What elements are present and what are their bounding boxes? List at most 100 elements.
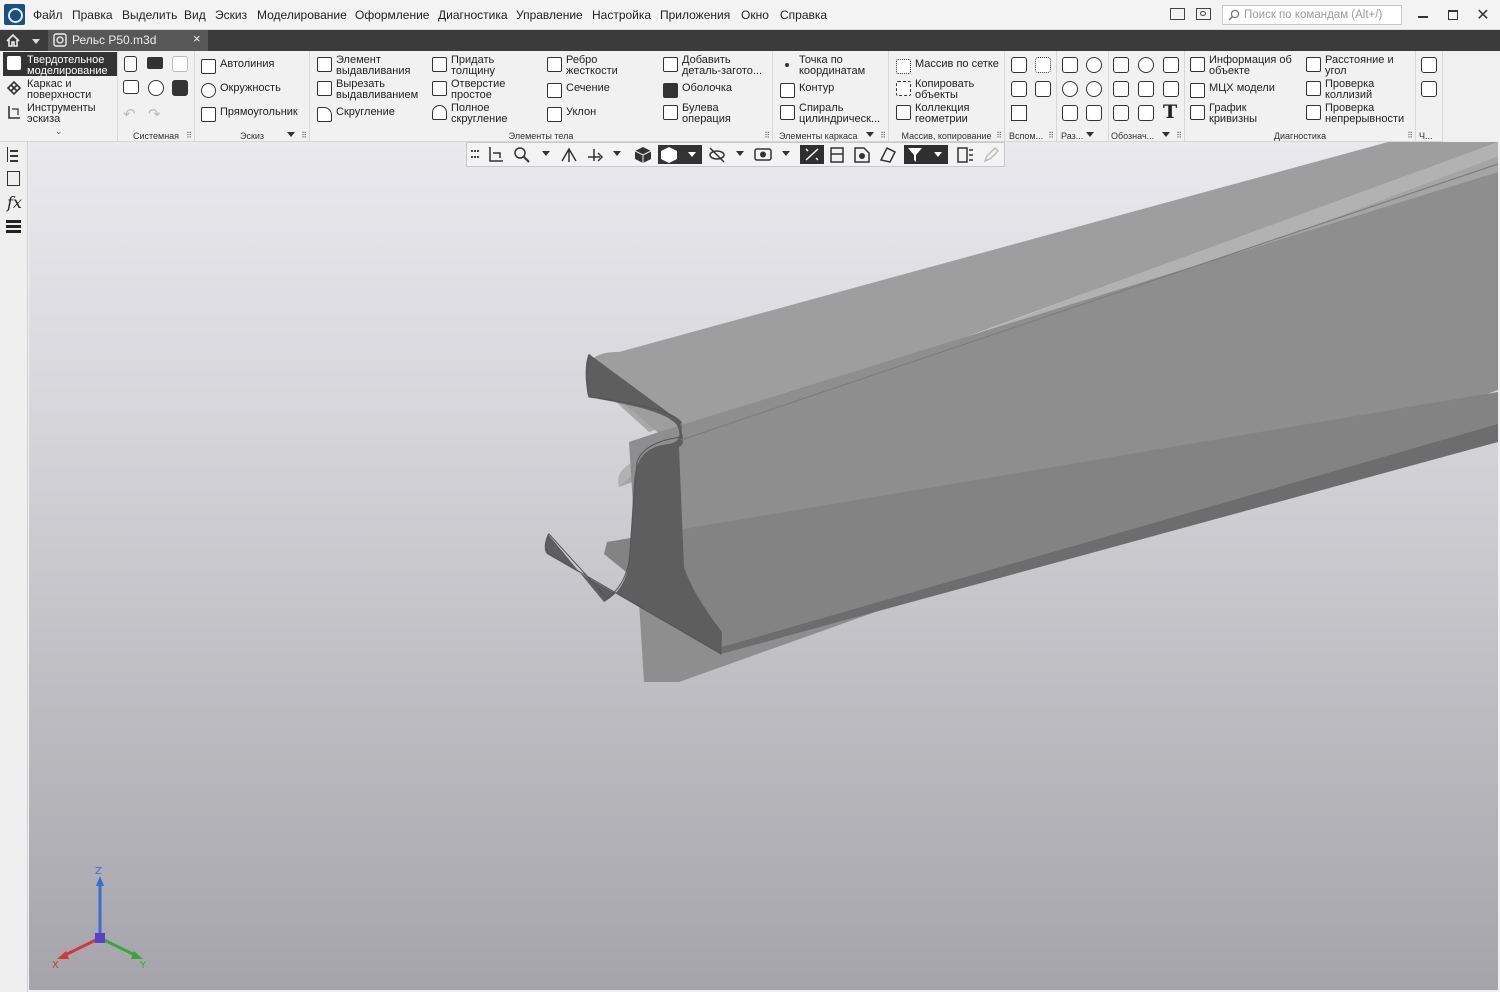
mode-solid-button[interactable]: Твердотельное моделирование [27, 55, 108, 76]
sec-cut-icon[interactable] [1086, 57, 1102, 73]
grid-array-button[interactable]: Массив по сетке [896, 59, 999, 74]
dim-diameter-icon[interactable] [1138, 57, 1154, 73]
group-sketch-more-icon[interactable]: ⠿ [301, 131, 307, 140]
orientation-icon[interactable] [485, 145, 505, 164]
display-mode-dropdown-icon[interactable] [688, 152, 696, 157]
layers-state-icon[interactable] [878, 145, 898, 164]
menu-management[interactable]: Управление [516, 8, 583, 22]
continuity-check-button[interactable]: Проверка непрерывности [1306, 103, 1404, 124]
layers-icon[interactable] [6, 220, 21, 233]
view-cube-icon[interactable] [633, 145, 653, 164]
close-window-button[interactable]: ✕ [1474, 6, 1492, 24]
toolbar-grip-icon[interactable] [469, 145, 481, 164]
layout-icon[interactable] [1170, 8, 1185, 20]
minimize-button[interactable] [1414, 6, 1432, 24]
menu-sketch[interactable]: Эскиз [215, 8, 247, 22]
curvature-graph-button[interactable]: График кривизны [1190, 103, 1257, 124]
simple-hole-button[interactable]: Отверстие простое [432, 79, 505, 100]
menu-settings[interactable]: Настройка [592, 8, 651, 22]
menu-edit[interactable]: Правка [72, 8, 113, 22]
cut-extrude-button[interactable]: Вырезать выдавливанием [317, 79, 418, 100]
sec-rotate-icon[interactable] [1086, 105, 1102, 121]
frame-dropdown-icon[interactable] [866, 132, 874, 137]
menu-view[interactable]: Вид [184, 8, 206, 22]
panel-icon-1[interactable] [1421, 57, 1437, 73]
save-all-icon[interactable] [172, 80, 188, 96]
zoom-icon[interactable] [512, 145, 532, 164]
shell-button[interactable]: Оболочка [663, 83, 732, 98]
dim-angle-icon[interactable] [1163, 57, 1179, 73]
group-diag-more-icon[interactable]: ⠿ [1407, 131, 1413, 140]
menu-drafting[interactable]: Оформление [355, 8, 429, 22]
tab-rail-model[interactable]: Рельс Р50.m3d × [48, 30, 208, 51]
rotate-icon[interactable] [585, 145, 605, 164]
section-button[interactable]: Сечение [547, 83, 610, 98]
redo-icon[interactable]: ↷ [148, 105, 161, 123]
sec-dropdown-icon[interactable] [1086, 132, 1094, 137]
full-round-button[interactable]: Полное скругление [432, 103, 507, 124]
dim-base-icon[interactable] [1163, 81, 1179, 97]
mode-sketch-tools-button[interactable]: Инструменты эскиза [27, 103, 96, 124]
pan-icon[interactable] [559, 145, 579, 164]
spiral-button[interactable]: Спираль цилиндрическ... [780, 103, 880, 124]
mode-wireframe-button[interactable]: Каркас и поверхности [27, 79, 91, 100]
object-info-button[interactable]: Информация об объекте [1190, 55, 1292, 76]
filter-dropdown-icon[interactable] [934, 152, 942, 157]
contour-button[interactable]: Контур [780, 83, 834, 98]
group-body-more-icon[interactable]: ⠿ [764, 131, 770, 140]
sec-grid-icon[interactable] [1062, 105, 1078, 121]
menu-help[interactable]: Справка [780, 8, 827, 22]
display-mode-button[interactable] [658, 145, 702, 164]
hide-dropdown-icon[interactable] [736, 151, 744, 156]
maximize-button[interactable] [1444, 6, 1462, 24]
circle-button[interactable]: Окружность [201, 83, 281, 98]
menu-file[interactable]: Файл [33, 8, 63, 22]
collision-check-button[interactable]: Проверка коллизий [1306, 79, 1374, 100]
variables-icon[interactable]: fx [7, 193, 22, 212]
autoline-button[interactable]: Автолиния [201, 59, 274, 74]
new-document-icon[interactable] [124, 56, 137, 72]
menu-diagnostics[interactable]: Диагностика [438, 8, 508, 22]
copy-objects-button[interactable]: Копировать объекты [896, 79, 974, 100]
expand-modes-icon[interactable]: ⌄ [55, 127, 63, 137]
zoom-dropdown-icon[interactable] [542, 151, 550, 156]
menu-select[interactable]: Выделить [122, 8, 177, 22]
group-dims-more-icon[interactable]: ⠿ [1176, 131, 1182, 140]
rotate-dropdown-icon[interactable] [613, 151, 621, 156]
screen-icon[interactable] [1196, 8, 1211, 20]
aux-axis-icon[interactable] [1011, 81, 1027, 97]
tab-close-button[interactable]: × [193, 31, 201, 46]
snap-toggle-icon[interactable] [800, 145, 824, 164]
home-icon[interactable] [6, 33, 20, 47]
dim-leader-icon[interactable] [1113, 105, 1129, 121]
dim-radial-icon[interactable] [1113, 81, 1129, 97]
aux-plane-icon[interactable] [1011, 57, 1027, 73]
dims-dropdown-icon[interactable] [1162, 132, 1170, 137]
add-blank-button[interactable]: Добавить деталь-загото... [663, 55, 762, 76]
rib-button[interactable]: Ребро жесткости [547, 55, 618, 76]
sketch-dropdown-icon[interactable] [287, 132, 295, 137]
dim-roughness-icon[interactable] [1138, 81, 1154, 97]
pencil-icon[interactable] [981, 145, 1001, 164]
extrude-button[interactable]: Элемент выдавливания [317, 55, 410, 76]
menu-apps[interactable]: Приложения [660, 8, 730, 22]
visibility-icon[interactable] [753, 145, 773, 164]
hide-icon[interactable] [707, 145, 727, 164]
group-aux-more-icon[interactable]: ⠿ [1048, 131, 1054, 140]
rail-model[interactable] [29, 142, 1498, 990]
aux-cs-icon[interactable] [1035, 81, 1051, 97]
properties-icon[interactable] [7, 171, 20, 186]
open-folder-icon[interactable] [147, 57, 163, 69]
perspective-icon[interactable] [852, 145, 872, 164]
rectangle-button[interactable]: Прямоугольник [201, 107, 298, 122]
group-system-more-icon[interactable]: ⠿ [186, 131, 192, 140]
measure-icon[interactable] [955, 145, 975, 164]
menu-window[interactable]: Окно [741, 8, 769, 22]
draft-button[interactable]: Уклон [547, 107, 596, 122]
mass-props-button[interactable]: МЦХ модели [1190, 83, 1275, 98]
group-array-more-icon[interactable]: ⠿ [996, 131, 1002, 140]
boolean-button[interactable]: Булева операция [663, 103, 731, 124]
sec-plane-icon[interactable] [1062, 57, 1078, 73]
fillet-button[interactable]: Скругление [317, 107, 395, 122]
visibility-dropdown-icon[interactable] [782, 151, 790, 156]
